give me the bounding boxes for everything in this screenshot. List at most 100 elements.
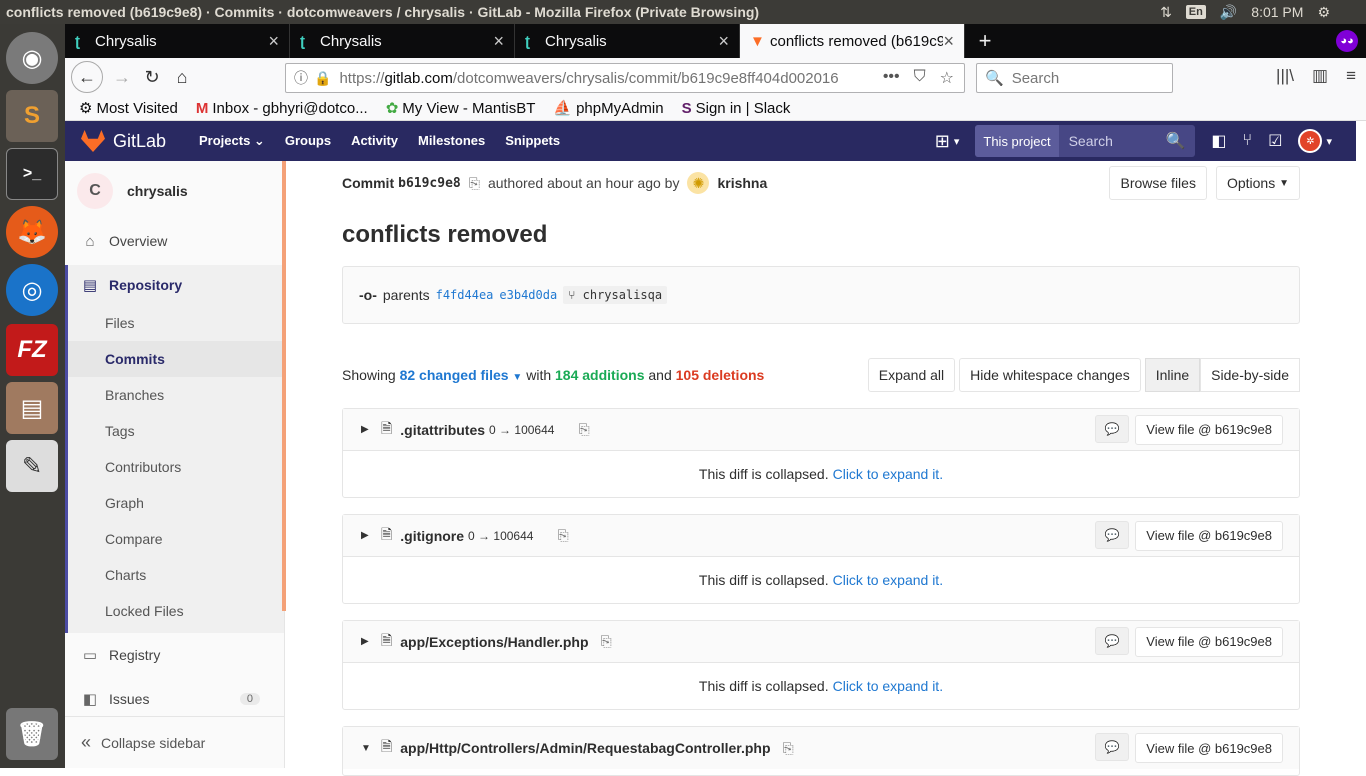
comment-icon[interactable]: 💬: [1095, 733, 1130, 761]
bookmark-most-visited[interactable]: ⚙ Most Visited: [79, 99, 178, 118]
sidebar-sub-charts[interactable]: Charts: [68, 557, 284, 593]
expand-link[interactable]: Click to expand it.: [833, 466, 944, 482]
nav-projects[interactable]: Projects ⌄: [199, 133, 265, 149]
diff-file-header[interactable]: ▶ 🗎 app/Exceptions/Handler.php ⎘ 💬 View …: [343, 621, 1299, 663]
close-tab-icon[interactable]: ×: [268, 31, 279, 52]
author-avatar[interactable]: ✺: [687, 172, 710, 194]
options-button[interactable]: Options ▼: [1215, 166, 1300, 200]
caret-right-icon[interactable]: ▶: [361, 636, 373, 647]
home-button[interactable]: ⌂: [167, 62, 197, 92]
sublime-text-icon[interactable]: S: [6, 90, 58, 142]
comment-icon[interactable]: 💬: [1095, 414, 1130, 443]
clock[interactable]: 8:01 PM: [1251, 4, 1303, 20]
forward-button[interactable]: →: [107, 62, 137, 92]
view-file-button[interactable]: View file @ b619c9e8: [1135, 733, 1283, 763]
hide-whitespace-button[interactable]: Hide whitespace changes: [959, 358, 1141, 392]
merge-requests-icon[interactable]: ⑂: [1243, 132, 1253, 150]
expand-all-button[interactable]: Expand all: [867, 358, 956, 392]
browser-tab-active[interactable]: ▼ conflicts removed (b619c9e8) ×: [740, 24, 965, 58]
bookmark-phpmyadmin[interactable]: ⛵ phpMyAdmin: [553, 99, 663, 118]
close-tab-icon[interactable]: ×: [718, 31, 729, 52]
new-dropdown-button[interactable]: ⊞ ▾: [935, 131, 960, 152]
diff-file-header[interactable]: ▶ 🗎 .gitignore 0 → 100644 ⎘ 💬 View file …: [343, 515, 1299, 557]
caret-down-icon[interactable]: ▼: [361, 743, 373, 754]
bookmark-gmail[interactable]: M Inbox - gbhyri@dotco...: [196, 100, 368, 117]
file-name[interactable]: .gitignore: [400, 528, 464, 544]
bookmark-slack[interactable]: S Sign in | Slack: [682, 100, 791, 117]
url-text[interactable]: https://gitlab.com/dotcomweavers/chrysal…: [339, 70, 872, 87]
ubuntu-dash-icon[interactable]: ◉: [6, 32, 58, 84]
browser-tab[interactable]: ʈ Chrysalis ×: [515, 24, 740, 58]
sidebar-item-overview[interactable]: ⌂ Overview: [65, 221, 284, 261]
page-actions-icon[interactable]: •••: [883, 68, 900, 88]
info-icon[interactable]: ⓘ: [294, 68, 308, 88]
sidebar-sub-contributors[interactable]: Contributors: [68, 449, 284, 485]
todos-icon[interactable]: ☑: [1268, 131, 1282, 151]
pocket-icon[interactable]: ⛉: [914, 68, 926, 88]
sidebar-sub-tags[interactable]: Tags: [68, 413, 284, 449]
reload-button[interactable]: ↻: [137, 62, 167, 92]
nav-activity[interactable]: Activity: [351, 133, 398, 149]
new-tab-button[interactable]: +: [965, 24, 1005, 58]
project-header[interactable]: C chrysalis: [65, 161, 284, 221]
copy-icon[interactable]: ⎘: [783, 740, 794, 757]
issues-icon[interactable]: ◧: [1211, 131, 1226, 151]
side-by-side-button[interactable]: Side-by-side: [1200, 358, 1300, 392]
comment-icon[interactable]: 💬: [1095, 626, 1130, 655]
sidebar-sub-graph[interactable]: Graph: [68, 485, 284, 521]
copy-icon[interactable]: ⎘: [469, 175, 480, 192]
network-icon[interactable]: ⇅: [1160, 4, 1172, 21]
firefox-icon[interactable]: 🦊: [6, 206, 58, 258]
nav-milestones[interactable]: Milestones: [418, 133, 485, 149]
file-name[interactable]: .gitattributes: [400, 422, 485, 438]
sidebar-sub-commits[interactable]: Commits: [68, 341, 284, 377]
parent-link[interactable]: e3b4d0da: [499, 288, 557, 302]
file-name[interactable]: app/Exceptions/Handler.php: [400, 634, 588, 650]
expand-link[interactable]: Click to expand it.: [833, 678, 944, 694]
sidebar-sub-branches[interactable]: Branches: [68, 377, 284, 413]
branch-badge[interactable]: ⑂ chrysalisqa: [563, 286, 668, 304]
parent-link[interactable]: f4fd44ea: [436, 288, 494, 302]
nav-snippets[interactable]: Snippets: [505, 133, 560, 149]
nav-groups[interactable]: Groups: [285, 133, 331, 149]
copy-icon[interactable]: ⎘: [557, 527, 568, 544]
changed-files-dropdown[interactable]: 82 changed files ▼: [400, 367, 523, 383]
trash-icon[interactable]: 🗑: [6, 708, 58, 760]
browser-tab[interactable]: ʈ Chrysalis ×: [65, 24, 290, 58]
sidebar-sub-files[interactable]: Files: [68, 305, 284, 341]
bookmark-mantis[interactable]: ✿ My View - MantisBT: [386, 99, 536, 118]
close-tab-icon[interactable]: ×: [943, 31, 954, 52]
gitlab-search[interactable]: This project Search 🔍: [975, 125, 1196, 157]
view-file-button[interactable]: View file @ b619c9e8: [1135, 414, 1283, 445]
author-name[interactable]: krishna: [717, 175, 767, 191]
text-editor-icon[interactable]: ✎: [6, 440, 58, 492]
page-scrollbar[interactable]: [1356, 121, 1366, 768]
bookmark-star-icon[interactable]: ☆: [940, 68, 954, 88]
back-button[interactable]: ←: [71, 61, 103, 93]
search-scope-badge[interactable]: This project: [975, 125, 1059, 157]
close-tab-icon[interactable]: ×: [493, 31, 504, 52]
user-menu[interactable]: ✲ ▾: [1298, 129, 1332, 153]
expand-link[interactable]: Click to expand it.: [833, 572, 944, 588]
inline-view-button[interactable]: Inline: [1144, 358, 1201, 392]
sidebar-toggle-icon[interactable]: ▥: [1312, 66, 1328, 86]
keyboard-layout[interactable]: En: [1185, 5, 1206, 19]
gitlab-logo[interactable]: GitLab: [65, 130, 199, 152]
comment-icon[interactable]: 💬: [1095, 520, 1130, 549]
browse-files-button[interactable]: Browse files: [1109, 166, 1207, 200]
sidebar-item-registry[interactable]: ▭ Registry: [65, 635, 284, 675]
filezilla-icon[interactable]: FZ: [6, 324, 58, 376]
sidebar-sub-compare[interactable]: Compare: [68, 521, 284, 557]
terminal-icon[interactable]: >_: [6, 148, 58, 200]
library-icon[interactable]: |||\: [1276, 66, 1294, 86]
caret-right-icon[interactable]: ▶: [361, 424, 373, 435]
sidebar-item-issues[interactable]: ◧ Issues 0: [65, 679, 284, 719]
gitlab-search-input[interactable]: Search: [1059, 133, 1166, 149]
view-file-button[interactable]: View file @ b619c9e8: [1135, 520, 1283, 551]
volume-icon[interactable]: 🔊: [1220, 4, 1237, 21]
chromium-icon[interactable]: ◎: [6, 264, 58, 316]
sidebar-sub-locked-files[interactable]: Locked Files: [68, 593, 284, 629]
collapse-sidebar-button[interactable]: « Collapse sidebar: [65, 716, 284, 768]
hamburger-menu-icon[interactable]: ≡: [1346, 66, 1356, 86]
file-manager-icon[interactable]: ▤: [6, 382, 58, 434]
